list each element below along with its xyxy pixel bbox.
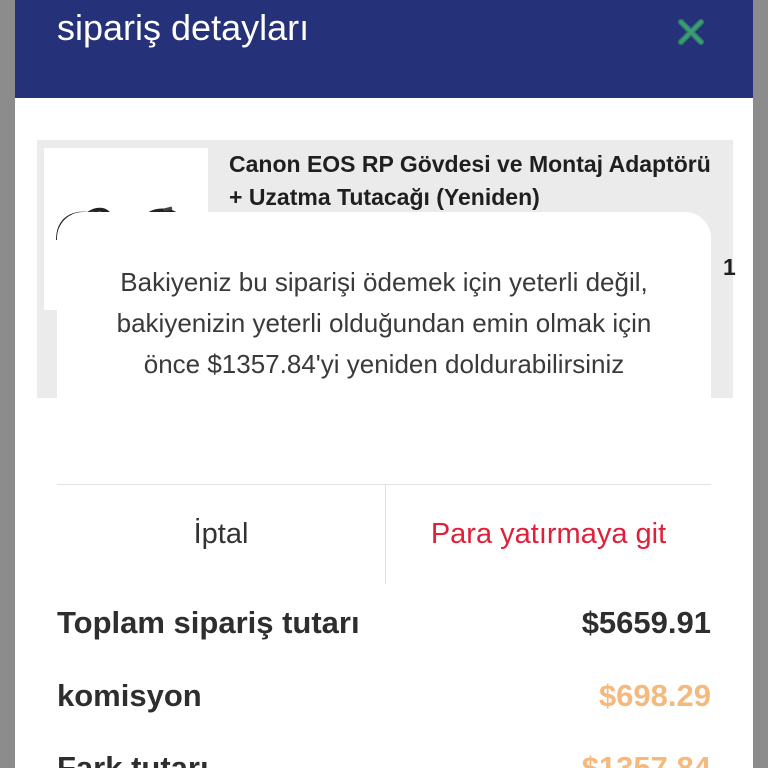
difference-value: $1357.84 xyxy=(581,750,711,768)
product-quantity: 1 xyxy=(723,254,736,280)
commission-label: komisyon xyxy=(57,678,202,713)
total-value: $5659.91 xyxy=(581,605,711,640)
product-name: Canon EOS RP Gövdesi ve Montaj Adaptörü … xyxy=(229,151,711,210)
dialog-message: Bakiyeniz bu siparişi ödemek için yeterl… xyxy=(116,267,652,379)
total-label: Toplam sipariş tutarı xyxy=(57,605,360,640)
go-to-deposit-button[interactable]: Para yatırmaya git xyxy=(386,485,711,584)
summary-difference-row: Fark tutarı $1357.84 xyxy=(57,748,711,768)
summary-commission-row: komisyon $698.29 xyxy=(57,676,711,716)
cancel-button[interactable]: İptal xyxy=(57,485,385,584)
screen: sipariş detayları Canon EOS RP Gövdesi v… xyxy=(0,0,768,768)
close-icon xyxy=(678,19,704,45)
summary-total-row: Toplam sipariş tutarı $5659.91 xyxy=(57,603,711,643)
sheet-header: sipariş detayları xyxy=(15,0,753,98)
difference-label: Fark tutarı xyxy=(57,750,209,768)
commission-value: $698.29 xyxy=(598,678,711,713)
page-title: sipariş detayları xyxy=(57,7,310,48)
insufficient-balance-dialog: Bakiyeniz bu siparişi ödemek için yeterl… xyxy=(57,212,711,584)
close-button[interactable] xyxy=(671,10,711,54)
